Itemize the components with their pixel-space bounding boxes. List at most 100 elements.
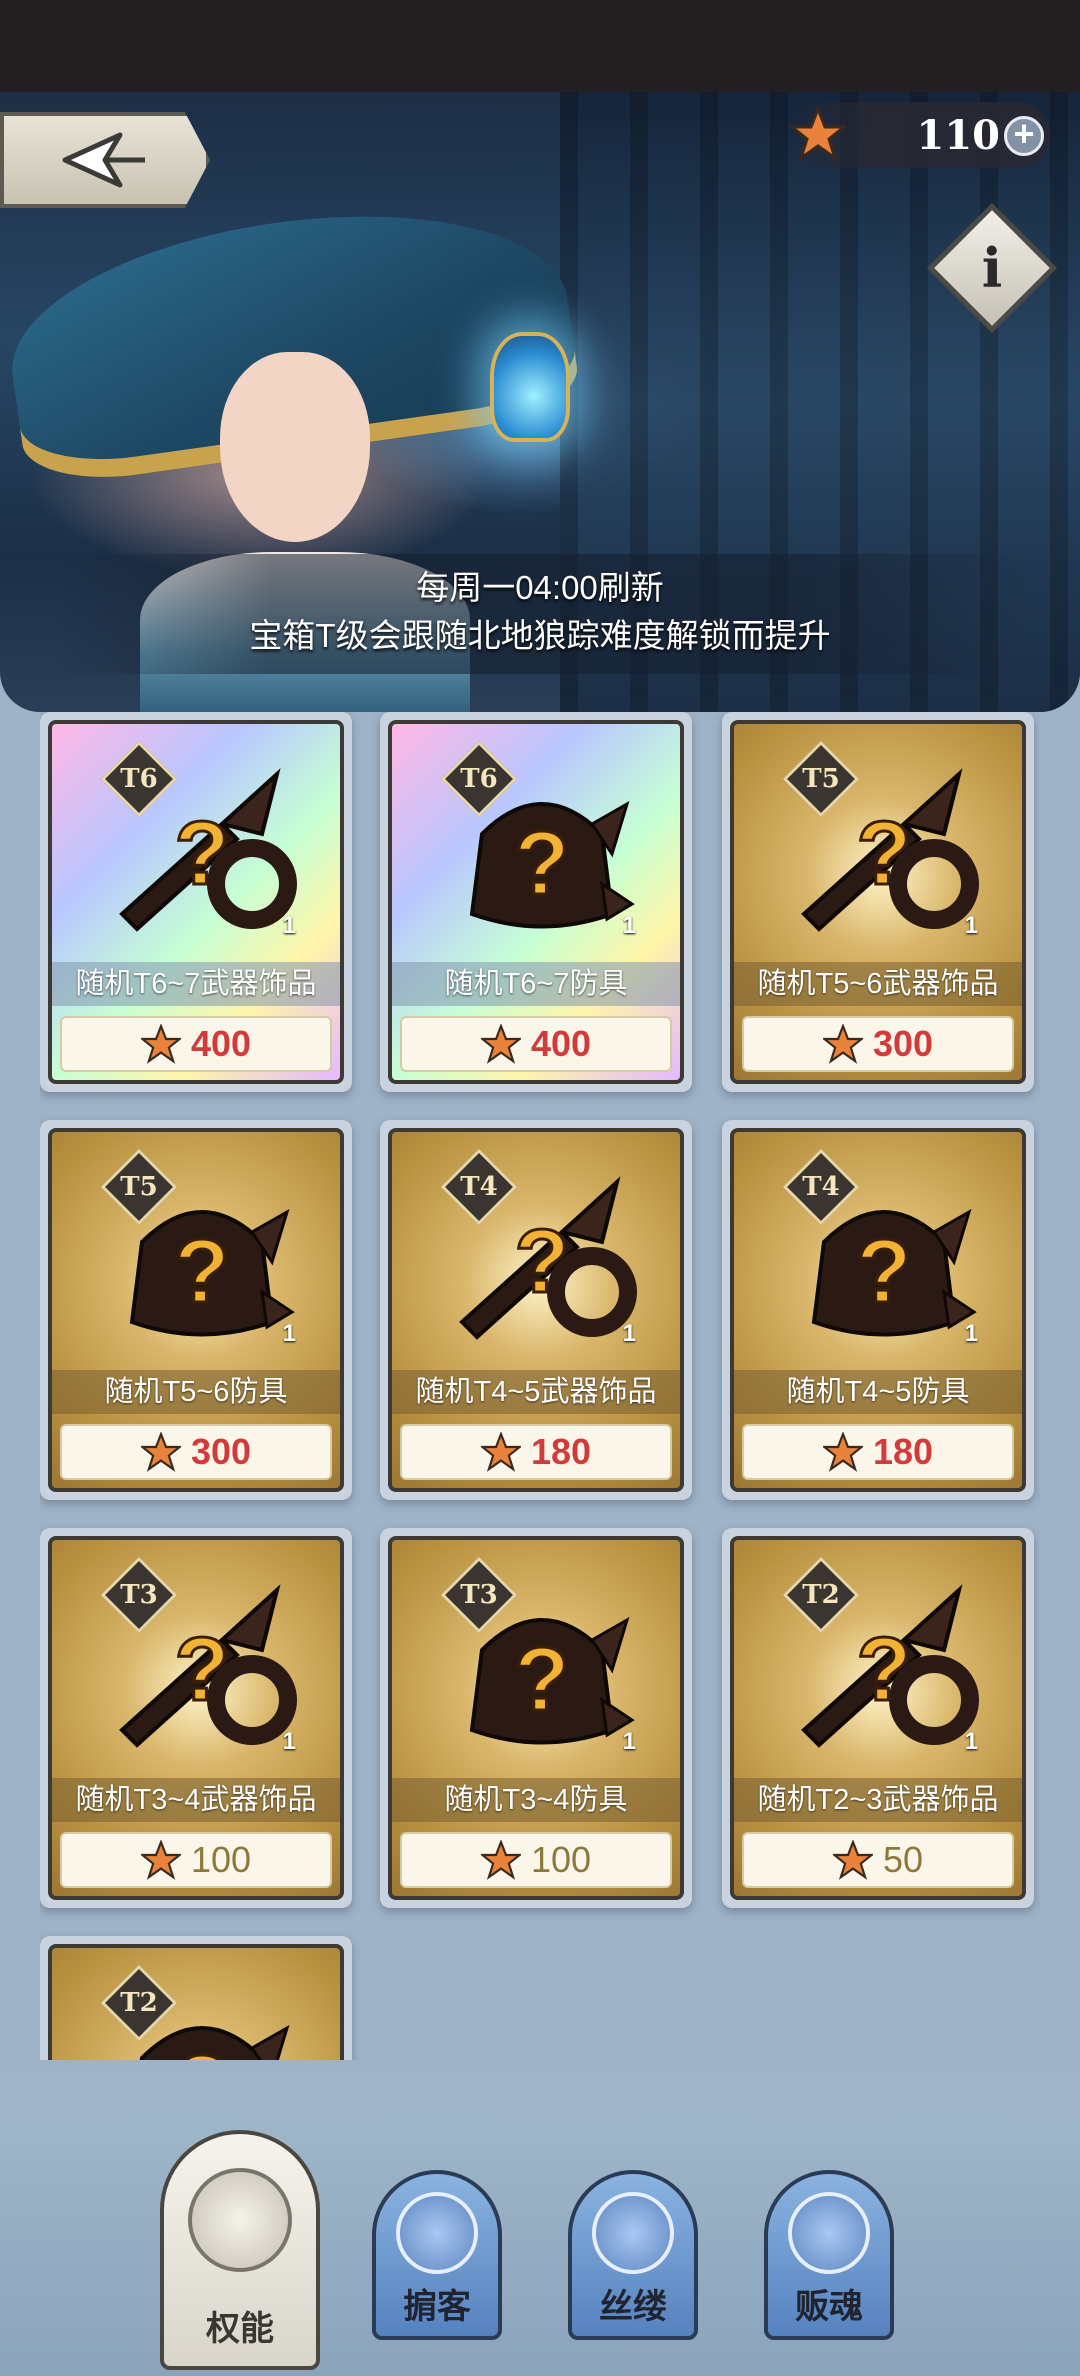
add-currency-button[interactable]: + xyxy=(1004,116,1044,156)
item-quantity: 1 xyxy=(964,912,978,939)
tab-2[interactable]: 掮客 xyxy=(372,2170,502,2340)
item-quantity: 1 xyxy=(622,912,636,939)
price-bar: 180 xyxy=(742,1424,1014,1480)
shop-item-card[interactable]: ? T6 1 随机T6~7防具 400 xyxy=(380,712,692,1092)
shop-item-card-frame: ? T2 1 随机T2~3武器饰品 50 xyxy=(730,1536,1026,1900)
tab-label: 丝缕 xyxy=(599,2287,667,2327)
back-button[interactable] xyxy=(0,112,210,208)
item-price: 400 xyxy=(530,1023,592,1064)
star-currency-icon xyxy=(480,1432,521,1472)
shop-item-card[interactable]: ? T6 1 随机T6~7武器饰品 400 xyxy=(40,712,352,1092)
shop-item-card-frame: ? T4 1 随机T4~5武器饰品 180 xyxy=(388,1128,684,1492)
svg-text:?: ? xyxy=(857,804,912,904)
shop-item-grid: ? T6 1 随机T6~7武器饰品 400? T6 1 随机T6~7防具 400? T5 1 随机T5… xyxy=(40,712,1040,2060)
currency-amount: 110 xyxy=(916,112,1001,159)
item-name: 随机T4~5武器饰品 xyxy=(392,1370,680,1414)
item-name: 随机T6~7防具 xyxy=(392,962,680,1006)
item-price: 180 xyxy=(530,1431,592,1472)
tier-label: T4 xyxy=(802,1172,840,1202)
item-quantity: 1 xyxy=(282,912,296,939)
status-bar xyxy=(0,0,1080,92)
star-currency-icon xyxy=(790,106,846,162)
svg-text:?: ? xyxy=(515,1630,570,1730)
tier-label: T5 xyxy=(802,764,840,794)
shop-item-card[interactable]: ? T3 1 随机T3~4防具 100 xyxy=(380,1528,692,1908)
item-name: 随机T5~6武器饰品 xyxy=(734,962,1022,1006)
star-emblem-icon xyxy=(188,2168,292,2272)
tab-label: 贩魂 xyxy=(795,2287,863,2327)
item-quantity: 1 xyxy=(622,1728,636,1755)
price-bar: 100 xyxy=(400,1832,672,1888)
item-price: 100 xyxy=(190,1839,252,1880)
item-quantity: 1 xyxy=(964,1728,978,1755)
shop-item-card[interactable]: ? T3 1 随机T3~4武器饰品 100 xyxy=(40,1528,352,1908)
price-bar: 300 xyxy=(742,1016,1014,1072)
shop-item-card[interactable]: ? T2 1 随机T2~3武器饰品 50 xyxy=(722,1528,1034,1908)
shop-item-card-frame: ? T3 1 随机T3~4武器饰品 100 xyxy=(48,1536,344,1900)
star-currency-icon xyxy=(140,1432,181,1472)
shop-item-card-frame: ? T2 xyxy=(48,1944,344,2060)
item-price: 180 xyxy=(872,1431,934,1472)
currency-display: 110 + xyxy=(790,102,1050,168)
item-quantity: 1 xyxy=(964,1320,978,1347)
price-bar: 50 xyxy=(742,1832,1014,1888)
glowing-potion-icon xyxy=(490,332,570,442)
item-name: 随机T6~7武器饰品 xyxy=(52,962,340,1006)
item-price: 300 xyxy=(190,1431,252,1472)
broker-emblem-icon xyxy=(396,2192,478,2274)
character-face xyxy=(220,352,370,542)
info-icon: i xyxy=(981,236,1003,300)
shop-item-card[interactable]: ? T5 1 随机T5~6武器饰品 300 xyxy=(722,712,1034,1092)
tier-label: T3 xyxy=(120,1580,158,1610)
tab-4[interactable]: 贩魂 xyxy=(764,2170,894,2340)
shop-item-card-frame: ? T5 1 随机T5~6防具 300 xyxy=(48,1128,344,1492)
refresh-notice-line1: 每周一04:00刷新 xyxy=(416,569,664,606)
shop-item-card-frame: ? T4 1 随机T4~5防具 180 xyxy=(730,1128,1026,1492)
tier-label: T6 xyxy=(120,764,158,794)
item-quantity: 1 xyxy=(282,1728,296,1755)
tier-label: T6 xyxy=(460,764,498,794)
tier-label: T5 xyxy=(120,1172,158,1202)
item-quantity: 1 xyxy=(282,1320,296,1347)
shop-item-card-frame: ? T6 1 随机T6~7防具 400 xyxy=(388,720,684,1084)
star-currency-icon xyxy=(140,1840,181,1880)
shop-item-card[interactable]: ? T2 xyxy=(40,1936,352,2060)
tab-3[interactable]: 丝缕 xyxy=(568,2170,698,2340)
tier-label: T2 xyxy=(120,1988,158,2018)
svg-text:?: ? xyxy=(857,1222,912,1322)
item-name: 随机T3~4防具 xyxy=(392,1778,680,1822)
svg-text:?: ? xyxy=(175,1222,230,1322)
item-name: 随机T3~4武器饰品 xyxy=(52,1778,340,1822)
item-price: 300 xyxy=(872,1023,934,1064)
item-price: 50 xyxy=(882,1839,924,1880)
price-bar: 400 xyxy=(400,1016,672,1072)
tier-label: T4 xyxy=(460,1172,498,1202)
shop-item-card-frame: ? T6 1 随机T6~7武器饰品 400 xyxy=(48,720,344,1084)
shop-item-card-frame: ? T5 1 随机T5~6武器饰品 300 xyxy=(730,720,1026,1084)
tab-1[interactable]: 权能 xyxy=(160,2130,320,2370)
star-currency-icon xyxy=(140,1024,181,1064)
item-name: 随机T5~6防具 xyxy=(52,1370,340,1414)
svg-text:?: ? xyxy=(175,1620,230,1720)
item-quantity: 1 xyxy=(622,1320,636,1347)
shop-item-card[interactable]: ? T5 1 随机T5~6防具 300 xyxy=(40,1120,352,1500)
star-currency-icon xyxy=(822,1432,863,1472)
price-bar: 300 xyxy=(60,1424,332,1480)
star-currency-icon xyxy=(480,1024,521,1064)
back-arrow-icon xyxy=(62,132,145,188)
svg-text:?: ? xyxy=(515,814,570,914)
lantern-emblem-icon xyxy=(592,2192,674,2274)
item-price: 100 xyxy=(530,1839,592,1880)
item-name: 随机T4~5防具 xyxy=(734,1370,1022,1414)
item-price: 400 xyxy=(190,1023,252,1064)
shop-item-card[interactable]: ? T4 1 随机T4~5武器饰品 180 xyxy=(380,1120,692,1500)
shop-item-card-frame: ? T3 1 随机T3~4防具 100 xyxy=(388,1536,684,1900)
svg-text:?: ? xyxy=(175,2038,230,2060)
star-currency-icon xyxy=(832,1840,873,1880)
svg-text:?: ? xyxy=(857,1620,912,1720)
shop-item-card[interactable]: ? T4 1 随机T4~5防具 180 xyxy=(722,1120,1034,1500)
bottom-tab-bar: 权能 掮客 丝缕 贩魂 xyxy=(0,2060,1080,2376)
tab-label: 掮客 xyxy=(403,2287,471,2327)
item-name: 随机T2~3武器饰品 xyxy=(734,1778,1022,1822)
tier-label: T3 xyxy=(460,1580,498,1610)
